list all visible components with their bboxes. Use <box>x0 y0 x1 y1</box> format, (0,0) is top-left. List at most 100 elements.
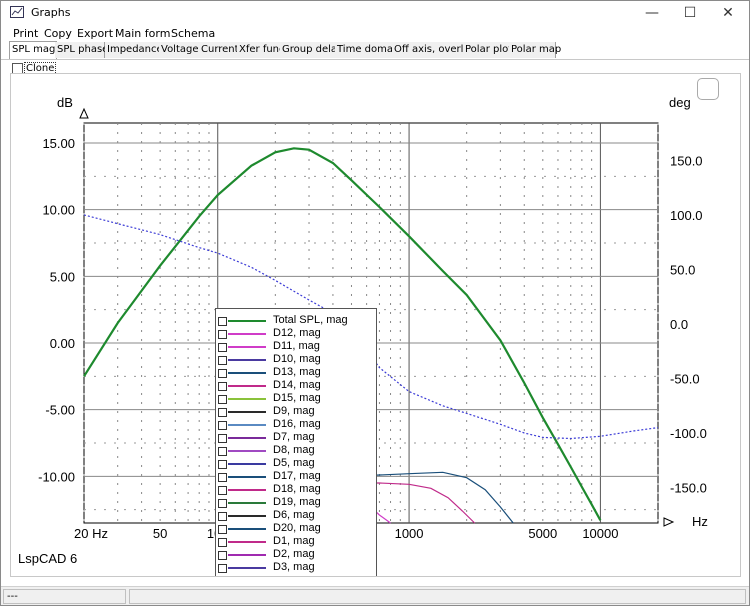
legend-item[interactable]: D10, mag <box>216 353 376 366</box>
legend-item[interactable]: D5, mag <box>216 457 376 470</box>
legend-checkbox[interactable] <box>218 486 227 495</box>
legend-label: D18, mag <box>273 483 321 495</box>
legend-checkbox[interactable] <box>218 473 227 482</box>
legend-item[interactable]: D18, mag <box>216 483 376 496</box>
y2-axis-label: deg <box>669 95 691 110</box>
y-tick-label: 5.00 <box>50 269 75 284</box>
legend-checkbox[interactable] <box>218 564 227 573</box>
legend-item[interactable]: D7, mag <box>216 431 376 444</box>
legend-label: D7, mag <box>273 431 315 443</box>
legend-checkbox[interactable] <box>218 330 227 339</box>
legend-item[interactable]: D14, mag <box>216 379 376 392</box>
legend-checkbox[interactable] <box>218 369 227 378</box>
x-axis-label: Hz <box>692 514 708 529</box>
y-tick-label: -5.00 <box>45 403 75 418</box>
legend-swatch <box>228 541 266 543</box>
legend-swatch <box>228 515 266 517</box>
legend-item[interactable]: D9, mag <box>216 405 376 418</box>
legend-item[interactable]: D3, mag <box>216 561 376 574</box>
legend-item[interactable]: D8, mag <box>216 444 376 457</box>
legend-swatch <box>228 554 266 556</box>
legend-label: D17, mag <box>273 470 321 482</box>
legend-swatch <box>228 411 266 413</box>
legend-swatch <box>228 320 266 322</box>
legend-label: D10, mag <box>273 353 321 365</box>
legend-checkbox[interactable] <box>218 460 227 469</box>
legend-swatch <box>228 489 266 491</box>
legend-label: D9, mag <box>273 405 315 417</box>
legend-label: D3, mag <box>273 561 315 573</box>
legend-checkbox[interactable] <box>218 421 227 430</box>
legend-item[interactable]: D12, mag <box>216 327 376 340</box>
legend-item[interactable]: D17, mag <box>216 470 376 483</box>
status-right <box>129 589 746 604</box>
legend-checkbox[interactable] <box>218 512 227 521</box>
legend-swatch <box>228 333 266 335</box>
legend-checkbox[interactable] <box>218 447 227 456</box>
y-tick-label: 0.00 <box>50 336 75 351</box>
legend-swatch <box>228 476 266 478</box>
legend-checkbox[interactable] <box>218 434 227 443</box>
legend-checkbox[interactable] <box>218 538 227 547</box>
y2-tick-label: 100.0 <box>670 208 703 223</box>
legend-label: D15, mag <box>273 392 321 404</box>
y2-tick-label: -100.0 <box>670 426 707 441</box>
legend-item[interactable]: D2, mag <box>216 548 376 561</box>
x-tick-label: 10000 <box>582 526 618 541</box>
legend-item[interactable]: Total SPL, mag <box>216 314 376 327</box>
legend-swatch <box>228 346 266 348</box>
legend-checkbox[interactable] <box>218 525 227 534</box>
status-left: --- <box>3 589 126 604</box>
legend-swatch <box>228 567 266 569</box>
legend-swatch <box>228 450 266 452</box>
graphs-window: Graphs — ☐ ✕ Print Copy Export Main form… <box>0 0 750 606</box>
legend-label: D5, mag <box>273 457 315 469</box>
legend-swatch <box>228 463 266 465</box>
legend-checkbox[interactable] <box>218 499 227 508</box>
legend-item[interactable]: D19, mag <box>216 496 376 509</box>
legend-item[interactable]: D16, mag <box>216 418 376 431</box>
legend-swatch <box>228 385 266 387</box>
y2-tick-label: -150.0 <box>670 481 707 496</box>
x-tick-label: 20 Hz <box>74 526 108 541</box>
app-watermark: LspCAD 6 <box>18 551 77 566</box>
legend-label: D2, mag <box>273 548 315 560</box>
y2-tick-label: 50.0 <box>670 262 695 277</box>
legend-label: D1, mag <box>273 535 315 547</box>
y-tick-label: -10.00 <box>38 469 75 484</box>
x-axis-arrow <box>663 517 675 527</box>
legend-checkbox[interactable] <box>218 317 227 326</box>
legend-item[interactable]: D15, mag <box>216 392 376 405</box>
legend-label: D16, mag <box>273 418 321 430</box>
legend-checkbox[interactable] <box>218 343 227 352</box>
legend-label: D6, mag <box>273 509 315 521</box>
legend-item[interactable]: D20, mag <box>216 522 376 535</box>
legend-label: D19, mag <box>273 496 321 508</box>
legend-swatch <box>228 528 266 530</box>
legend-panel: Total SPL, mag D12, mag D11, mag D10, mag D1… <box>215 308 377 576</box>
x-tick-label: 5000 <box>528 526 557 541</box>
y-axis-label: dB <box>57 95 73 110</box>
y2-tick-label: -50.0 <box>670 372 700 387</box>
legend-swatch <box>228 424 266 426</box>
legend-item[interactable]: D13, mag <box>216 366 376 379</box>
legend-checkbox[interactable] <box>218 382 227 391</box>
legend-checkbox[interactable] <box>218 551 227 560</box>
x-tick-label: 1000 <box>395 526 424 541</box>
legend-item[interactable]: D1, mag <box>216 535 376 548</box>
legend-label: D12, mag <box>273 327 321 339</box>
legend-item[interactable]: D6, mag <box>216 509 376 522</box>
legend-label: D13, mag <box>273 366 321 378</box>
legend-checkbox[interactable] <box>218 356 227 365</box>
legend-label: D20, mag <box>273 522 321 534</box>
legend-checkbox[interactable] <box>218 408 227 417</box>
legend-checkbox[interactable] <box>218 395 227 404</box>
legend-label: D11, mag <box>273 340 320 352</box>
legend-swatch <box>228 437 266 439</box>
y-axis-arrow <box>79 107 89 119</box>
legend-swatch <box>228 372 266 374</box>
legend-swatch <box>228 502 266 504</box>
legend-item[interactable]: D11, mag <box>216 340 376 353</box>
chart-corner-button[interactable] <box>697 78 719 100</box>
y2-tick-label: 0.0 <box>670 317 688 332</box>
